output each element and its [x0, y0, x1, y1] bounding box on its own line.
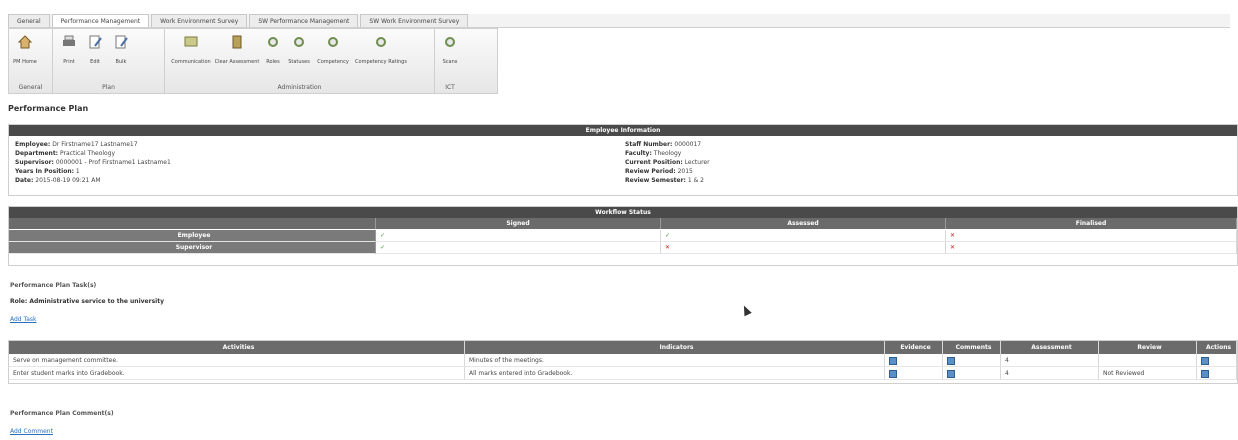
- check-icon: ✓: [376, 242, 661, 254]
- check-icon: ✓: [661, 230, 946, 242]
- actions-cell: [1197, 367, 1237, 379]
- info-line: Review Period: 2015: [625, 168, 693, 175]
- employee-information-header: Employee Information: [9, 125, 1237, 136]
- comments-icon[interactable]: [947, 369, 955, 378]
- info-line: Years In Position: 1: [15, 168, 80, 175]
- employee-info-left: Employee: Dr Firstname17 Lastname17 Depa…: [15, 140, 625, 185]
- add-task-link[interactable]: Add Task: [10, 316, 36, 323]
- table-row: Enter student marks into Gradebook. All …: [9, 367, 1237, 380]
- info-line: Employee: Dr Firstname17 Lastname17: [15, 141, 138, 148]
- cross-icon: ✕: [946, 242, 1237, 254]
- check-icon: ✓: [376, 230, 661, 242]
- comments-cell: [943, 367, 1001, 379]
- row-label: Supervisor: [9, 242, 376, 254]
- bulk-edit-icon: [112, 33, 130, 51]
- task-role-label: Role: Administrative service to the univ…: [10, 298, 164, 305]
- gear-icon: [290, 33, 308, 51]
- info-line: Current Position: Lecturer: [625, 159, 710, 166]
- tab-work-environment-survey[interactable]: Work Environment Survey: [151, 14, 248, 27]
- add-comment-link[interactable]: Add Comment: [10, 428, 53, 435]
- cross-icon: ✕: [946, 230, 1237, 242]
- column-header-actions: Actions: [1197, 341, 1237, 354]
- comments-section-title: Performance Plan Comment(s): [10, 410, 114, 417]
- tab-performance-management[interactable]: Performance Management: [51, 14, 150, 27]
- workflow-status-panel: Workflow Status Signed Assessed Finalise…: [8, 206, 1238, 266]
- column-header-assessment: Assessment: [1001, 341, 1099, 354]
- employee-information-panel: Employee Information Employee: Dr Firstn…: [8, 124, 1238, 196]
- ribbon-group-general: PM Home General: [9, 29, 53, 93]
- evidence-cell: [885, 354, 943, 366]
- top-tab-strip: General Performance Management Work Envi…: [8, 14, 1230, 28]
- tasks-section-title: Performance Plan Task(s): [10, 282, 97, 289]
- workflow-corner-cell: [9, 218, 376, 229]
- employee-info-right: Staff Number: 0000017 Faculty: Theology …: [625, 140, 1231, 185]
- tab-general[interactable]: General: [8, 14, 50, 27]
- book-icon: [228, 33, 246, 51]
- column-header-signed: Signed: [376, 218, 661, 229]
- edit-document-icon: [86, 33, 104, 51]
- gear-icon: [264, 33, 282, 51]
- ribbon-group-ict: Scans ICT: [435, 29, 465, 93]
- comments-icon[interactable]: [947, 356, 955, 365]
- tab-sw-work-environment-survey[interactable]: SW Work Environment Survey: [360, 14, 469, 27]
- ribbon-group-plan: Print Edit Bulk Plan: [53, 29, 165, 93]
- info-line: Supervisor: 0000001 - Prof Firstname1 La…: [15, 159, 171, 166]
- column-header-review: Review: [1099, 341, 1197, 354]
- tasks-table: Activities Indicators Evidence Comments …: [8, 340, 1238, 384]
- evidence-icon[interactable]: [889, 356, 897, 365]
- home-icon: [16, 33, 34, 51]
- column-header-evidence: Evidence: [885, 341, 943, 354]
- ribbon-toolbar: PM Home General Print Edit Bulk Plan Com…: [8, 28, 498, 94]
- tab-sw-performance-management[interactable]: SW Performance Management: [249, 14, 359, 27]
- workflow-row-employee: Employee ✓ ✓ ✕: [9, 230, 1237, 242]
- info-line: Faculty: Theology: [625, 150, 682, 157]
- evidence-cell: [885, 367, 943, 379]
- comments-cell: [943, 354, 1001, 366]
- table-header-row: Activities Indicators Evidence Comments …: [9, 341, 1237, 354]
- communication-icon: [182, 33, 200, 51]
- gear-icon: [372, 33, 390, 51]
- review-cell: [1099, 354, 1197, 366]
- workflow-status-header: Workflow Status: [9, 207, 1237, 218]
- review-cell: Not Reviewed: [1099, 367, 1197, 379]
- column-header-assessed: Assessed: [661, 218, 946, 229]
- activity-cell: Enter student marks into Gradebook.: [9, 367, 465, 379]
- actions-cell: [1197, 354, 1237, 366]
- workflow-row-supervisor: Supervisor ✓ ✕ ✕: [9, 242, 1237, 254]
- column-header-activities: Activities: [9, 341, 465, 354]
- ribbon-group-administration: Communication Clear Assessment Roles Sta…: [165, 29, 435, 93]
- printer-icon: [60, 33, 78, 51]
- evidence-icon[interactable]: [889, 369, 897, 378]
- gear-icon: [441, 33, 459, 51]
- edit-row-icon[interactable]: [1201, 369, 1209, 378]
- info-line: Staff Number: 0000017: [625, 141, 702, 148]
- column-header-finalised: Finalised: [946, 218, 1237, 229]
- table-row: Serve on management committee. Minutes o…: [9, 354, 1237, 367]
- assessment-cell: 4: [1001, 367, 1099, 379]
- indicator-cell: All marks entered into Gradebook.: [465, 367, 885, 379]
- mouse-cursor-icon: [740, 303, 752, 317]
- page-title: Performance Plan: [8, 104, 89, 113]
- column-header-indicators: Indicators: [465, 341, 885, 354]
- assessment-cell: 4: [1001, 354, 1099, 366]
- indicator-cell: Minutes of the meetings.: [465, 354, 885, 366]
- info-line: Department: Practical Theology: [15, 150, 116, 157]
- info-line: Date: 2015-08-19 09:21 AM: [15, 177, 101, 184]
- cross-icon: ✕: [661, 242, 946, 254]
- column-header-comments: Comments: [943, 341, 1001, 354]
- edit-row-icon[interactable]: [1201, 356, 1209, 365]
- info-line: Review Semester: 1 & 2: [625, 177, 704, 184]
- activity-cell: Serve on management committee.: [9, 354, 465, 366]
- gear-icon: [324, 33, 342, 51]
- row-label: Employee: [9, 230, 376, 242]
